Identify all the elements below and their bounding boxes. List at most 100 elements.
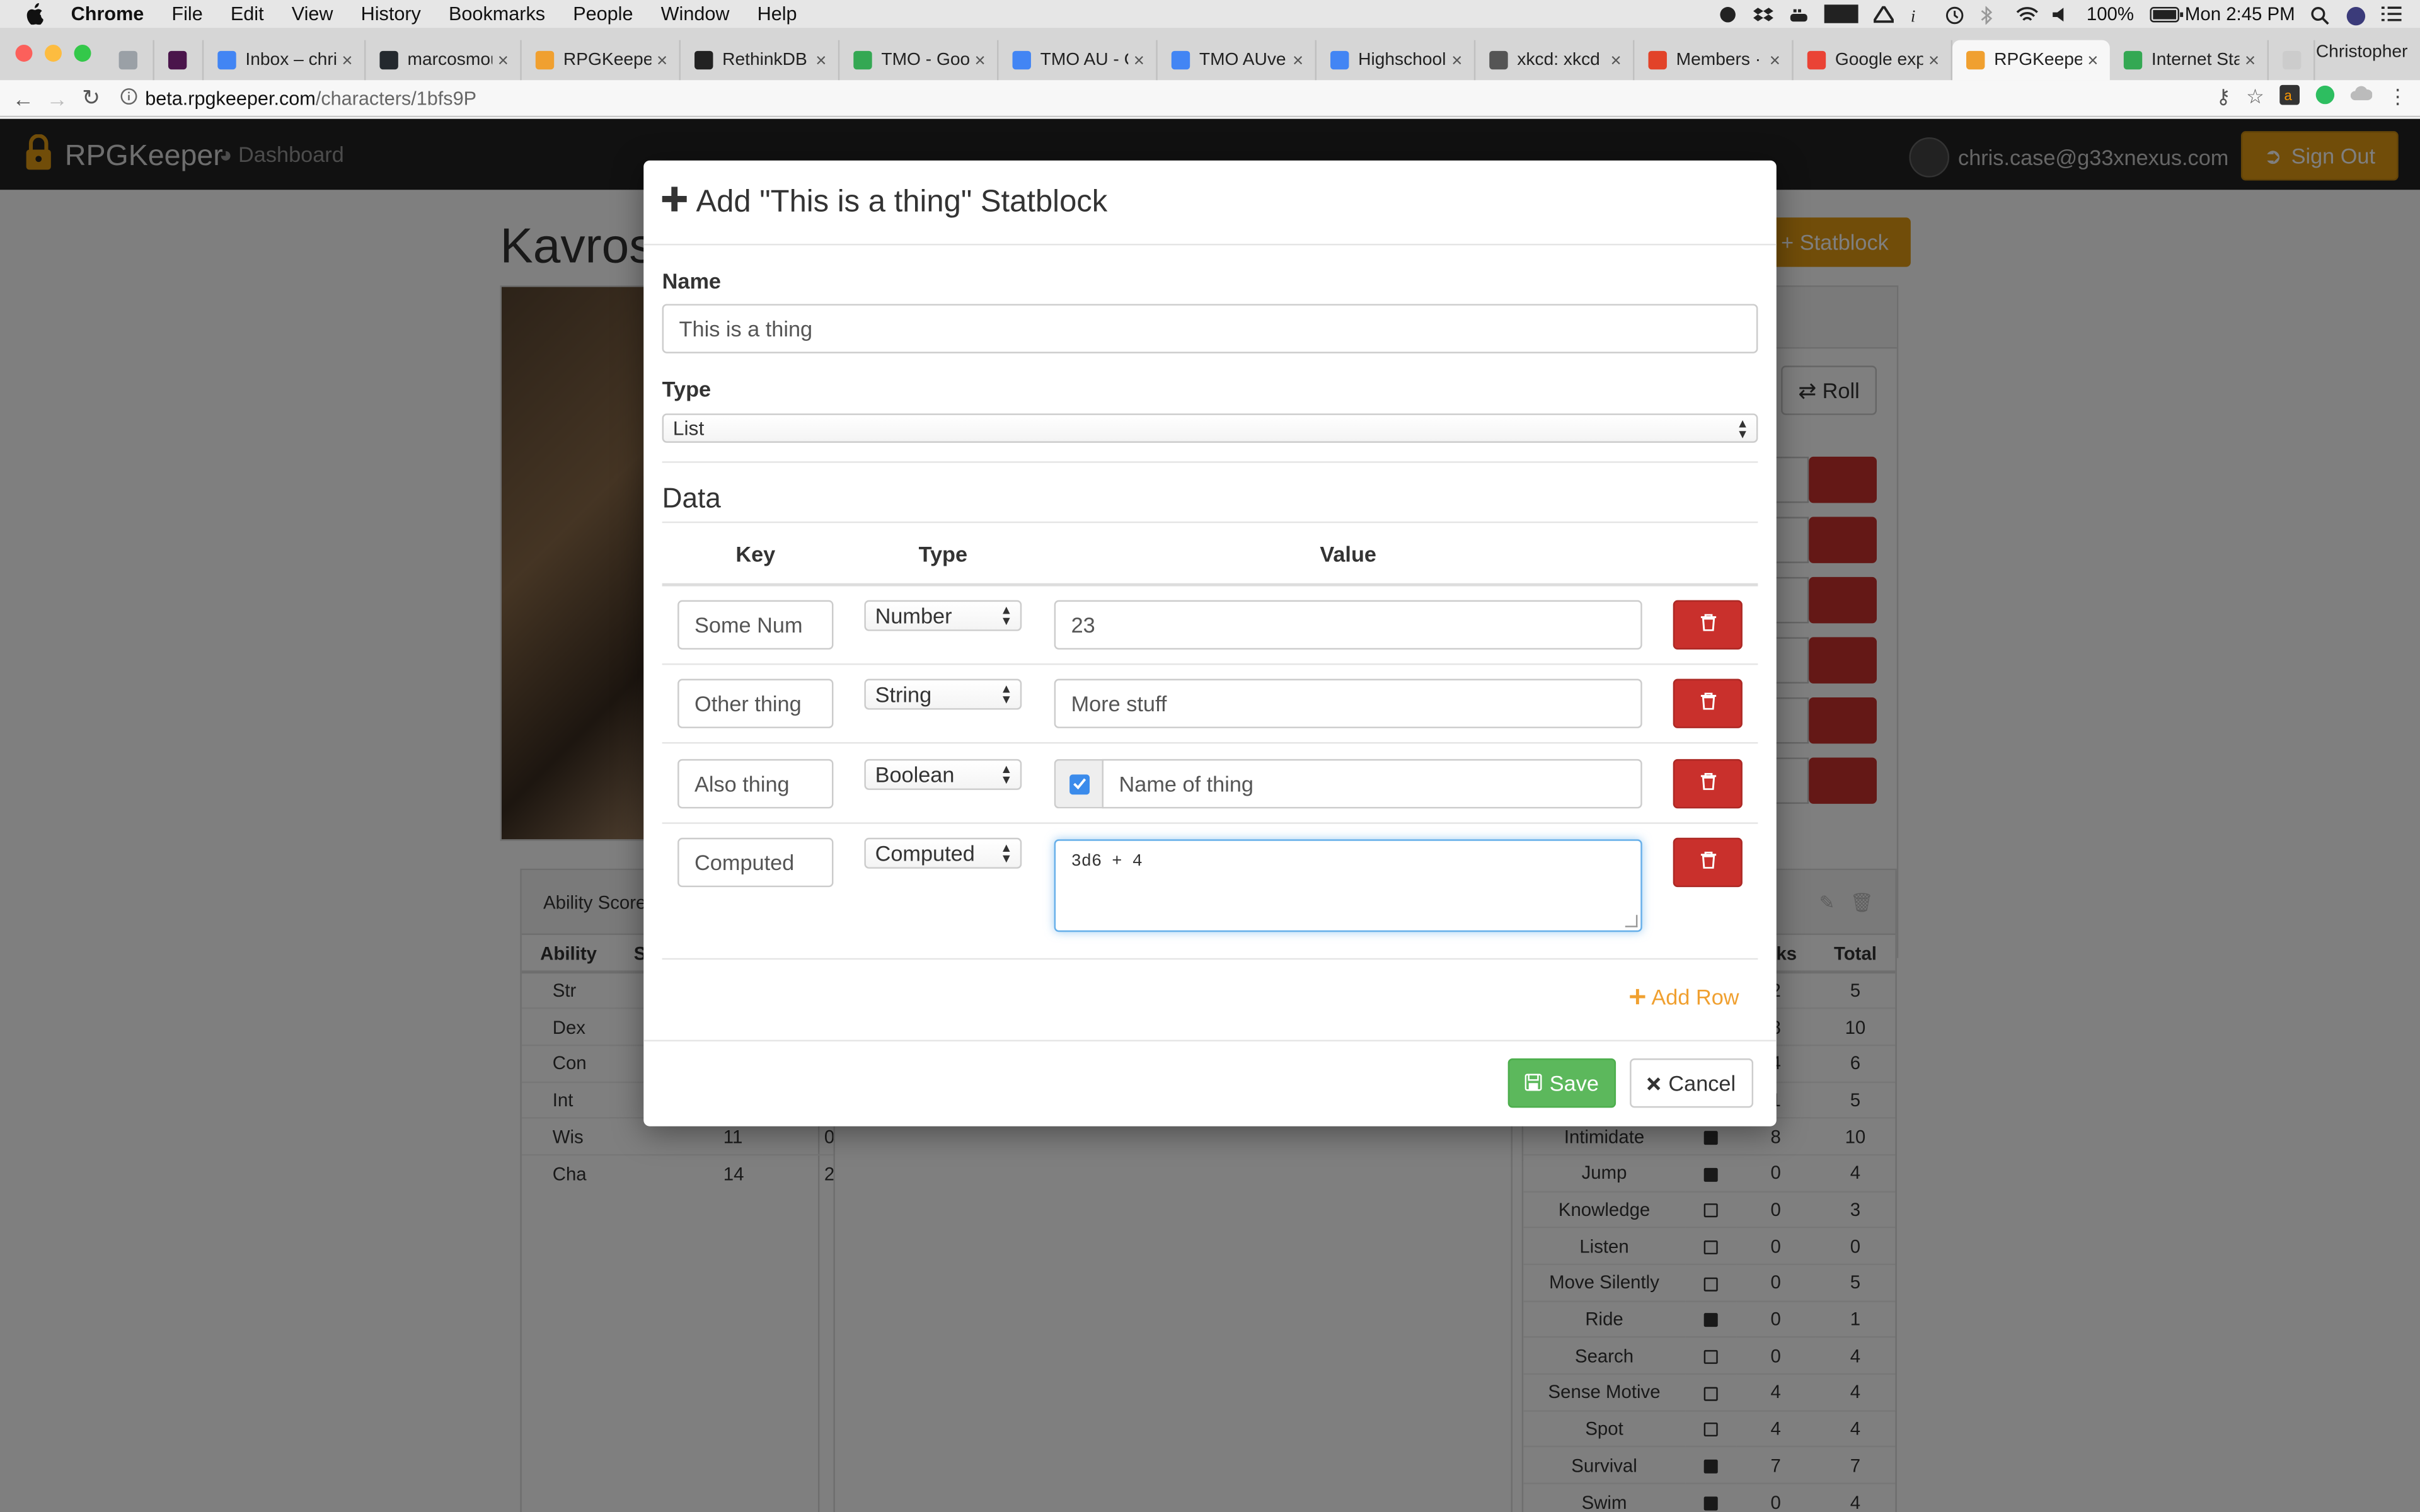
evernote-extension-icon[interactable] bbox=[2315, 85, 2335, 110]
address-bar[interactable]: beta.rpgkeeper.com/characters/1bfs9P bbox=[120, 87, 476, 109]
key-icon[interactable]: ⚷ bbox=[2216, 85, 2230, 110]
close-tab-icon[interactable]: × bbox=[1764, 49, 1785, 71]
delete-row-button[interactable] bbox=[1673, 679, 1743, 728]
close-tab-icon[interactable]: × bbox=[492, 49, 514, 71]
browser-tab[interactable]: RPGKeeper × bbox=[522, 40, 681, 81]
menu-edit[interactable]: Edit bbox=[231, 3, 264, 25]
info-icon[interactable]: i bbox=[1909, 6, 1929, 25]
browser-tab[interactable]: Highschool S× bbox=[1317, 40, 1476, 81]
time-machine-icon[interactable] bbox=[1945, 6, 1965, 23]
bookmark-star-icon[interactable]: ☆ bbox=[2246, 85, 2264, 110]
row-type-select[interactable]: Boolean ▲ ▼ bbox=[864, 759, 1022, 790]
browser-tab[interactable]: TMO AU - C × bbox=[999, 40, 1158, 81]
browser-tab[interactable]: RPGKeeper × bbox=[1952, 40, 2110, 81]
forward-icon[interactable]: → bbox=[40, 86, 74, 110]
cancel-button[interactable]: Cancel bbox=[1630, 1058, 1753, 1108]
close-tab-icon[interactable]: × bbox=[810, 49, 832, 71]
menu-file[interactable]: File bbox=[171, 3, 202, 25]
docker-icon[interactable] bbox=[1789, 6, 1809, 23]
close-tab-icon[interactable]: × bbox=[2082, 49, 2104, 71]
type-select[interactable]: List ▲ ▼ bbox=[662, 413, 1758, 443]
row-value-input[interactable]: Name of thing bbox=[1102, 759, 1642, 809]
browser-tab[interactable]: marcosmour× bbox=[366, 40, 522, 81]
creative-cloud-icon[interactable] bbox=[1718, 6, 1738, 23]
delete-row-button[interactable] bbox=[1673, 759, 1743, 809]
bluetooth-icon[interactable] bbox=[1980, 4, 2000, 25]
row-type-select[interactable]: Number ▲ ▼ bbox=[864, 600, 1022, 631]
menu-help[interactable]: Help bbox=[758, 3, 797, 25]
browser-tab[interactable]: xkcd: xkcd P× bbox=[1475, 40, 1635, 81]
row-value-input[interactable]: 23 bbox=[1054, 600, 1642, 650]
close-window-button[interactable] bbox=[15, 45, 33, 62]
close-tab-icon[interactable]: × bbox=[196, 49, 202, 71]
browser-tab[interactable] bbox=[2269, 40, 2315, 81]
cloud-extension-icon[interactable] bbox=[2350, 85, 2373, 110]
chrome-profile-button[interactable]: Christopher bbox=[2316, 43, 2408, 62]
row-key-input[interactable]: Some Num bbox=[677, 600, 834, 650]
site-info-icon[interactable] bbox=[120, 87, 137, 108]
reload-icon[interactable]: ↻ bbox=[74, 85, 108, 112]
menu-bookmarks[interactable]: Bookmarks bbox=[449, 3, 545, 25]
computed-expression-textarea[interactable]: 3d6 + 4 bbox=[1054, 839, 1642, 932]
dropbox-icon[interactable] bbox=[1753, 6, 1773, 23]
volume-icon[interactable] bbox=[2051, 6, 2071, 23]
row-type-select[interactable]: Computed ▲ ▼ bbox=[864, 837, 1022, 869]
trash-icon bbox=[1700, 849, 1716, 876]
menu-window[interactable]: Window bbox=[661, 3, 730, 25]
row-key-input[interactable]: Computed bbox=[677, 837, 834, 888]
wifi-icon[interactable] bbox=[2015, 6, 2038, 23]
row-key-input[interactable]: Other thing bbox=[677, 679, 834, 728]
close-tab-icon[interactable]: × bbox=[969, 49, 991, 71]
back-icon[interactable]: ← bbox=[6, 86, 40, 110]
close-tab-icon[interactable]: × bbox=[1446, 49, 1468, 71]
zoom-window-button[interactable] bbox=[74, 45, 91, 62]
close-tab-icon[interactable]: × bbox=[2239, 49, 2261, 71]
apple-logo-icon[interactable] bbox=[25, 3, 46, 25]
user-account-icon[interactable] bbox=[2346, 6, 2366, 25]
add-row-button[interactable]: Add Row bbox=[1630, 984, 1739, 1009]
type-column-header: Type bbox=[918, 541, 968, 566]
menu-people[interactable]: People bbox=[573, 3, 633, 25]
close-tab-icon[interactable]: × bbox=[147, 49, 153, 71]
row-type-select[interactable]: String ▲ ▼ bbox=[864, 679, 1022, 710]
menubar-clock[interactable]: Mon 2:45 PM bbox=[2185, 3, 2295, 25]
browser-tab[interactable]: TMO - Goog× bbox=[839, 40, 999, 81]
spotlight-search-icon[interactable] bbox=[2310, 6, 2331, 25]
browser-tab[interactable]: × bbox=[154, 40, 204, 81]
row-key-input[interactable]: Also thing bbox=[677, 759, 834, 809]
browser-tab[interactable]: × bbox=[105, 40, 154, 81]
tab-label: RPGKeeper bbox=[1994, 50, 2082, 70]
browser-tab[interactable]: Google expe× bbox=[1794, 40, 1952, 81]
google-drive-icon[interactable] bbox=[1871, 3, 1896, 23]
close-tab-icon[interactable]: × bbox=[651, 49, 672, 71]
browser-tab[interactable]: Members · G× bbox=[1634, 40, 1794, 81]
display-icon[interactable] bbox=[1824, 4, 1858, 23]
browser-tab[interactable]: RethinkDB A× bbox=[681, 40, 840, 81]
save-button[interactable]: Save bbox=[1507, 1058, 1616, 1108]
browser-tab[interactable]: Inbox – chris × bbox=[204, 40, 366, 81]
menu-history[interactable]: History bbox=[361, 3, 421, 25]
close-tab-icon[interactable]: × bbox=[1128, 49, 1150, 71]
chrome-menu-icon[interactable]: ⋮ bbox=[2388, 85, 2408, 110]
battery-icon[interactable] bbox=[2149, 6, 2183, 23]
minimize-window-button[interactable] bbox=[45, 45, 62, 62]
close-tab-icon[interactable]: × bbox=[337, 49, 358, 71]
row-value-input[interactable]: More stuff bbox=[1054, 679, 1642, 728]
close-tab-icon[interactable]: × bbox=[1287, 49, 1308, 71]
resize-handle-icon[interactable] bbox=[1625, 915, 1638, 927]
delete-row-button[interactable] bbox=[1673, 600, 1743, 650]
menu-view[interactable]: View bbox=[292, 3, 333, 25]
close-tab-icon[interactable]: × bbox=[1605, 49, 1627, 71]
close-tab-icon[interactable]: × bbox=[1923, 49, 1944, 71]
name-input[interactable]: This is a thing bbox=[662, 304, 1758, 353]
browser-tab[interactable]: TMO AUvers× bbox=[1158, 40, 1317, 81]
notification-center-icon[interactable] bbox=[2381, 6, 2402, 23]
browser-tab[interactable]: Internet Stat × bbox=[2110, 40, 2269, 81]
tab-favicon-icon bbox=[1489, 50, 1508, 70]
divider bbox=[662, 521, 1758, 524]
amazon-extension-icon[interactable]: a bbox=[2279, 84, 2300, 110]
delete-row-button[interactable] bbox=[1673, 837, 1743, 888]
boolean-checkbox-addon bbox=[1054, 759, 1104, 809]
boolean-checkbox[interactable] bbox=[1069, 774, 1090, 794]
menu-chrome[interactable]: Chrome bbox=[71, 3, 144, 25]
